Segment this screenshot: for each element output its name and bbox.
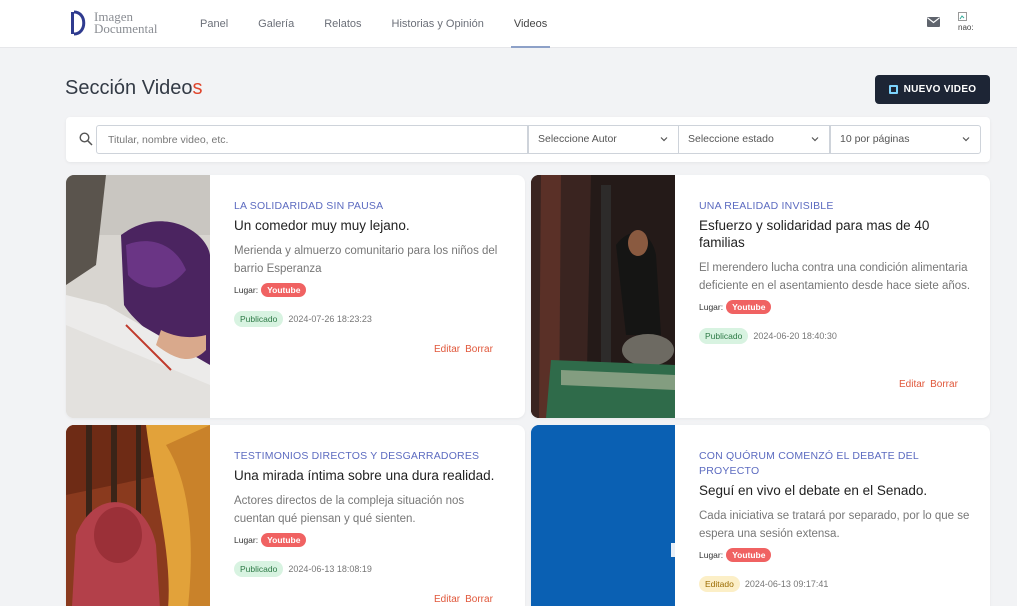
page-title-main: Sección Video: [65, 77, 193, 99]
place-row: Lugar: Youtube: [699, 300, 972, 314]
card-date: 2024-06-20 18:40:30: [753, 331, 837, 341]
card-summary: El merendero lucha contra una condición …: [699, 262, 971, 292]
brand-line2: Documental: [94, 21, 158, 36]
video-card: UNA REALIDAD INVISIBLE Esfuerzo y solida…: [531, 175, 990, 418]
search-icon: [79, 132, 93, 146]
place-row: Lugar: Youtube: [234, 283, 507, 297]
nav-item-galeria[interactable]: Galería: [258, 0, 294, 48]
per-page-select-value: 10 por páginas: [840, 133, 910, 145]
card-body: TESTIMONIOS DIRECTOS Y DESGARRADORES Una…: [234, 449, 507, 577]
film-icon: [888, 85, 898, 94]
video-thumbnail[interactable]: [531, 425, 675, 606]
card-date: 2024-07-26 18:23:23: [288, 314, 372, 324]
card-title[interactable]: Esfuerzo y solidaridad para mas de 40 fa…: [699, 217, 972, 251]
delete-link[interactable]: Borrar: [465, 344, 493, 355]
nav-item-historias[interactable]: Historias y Opinión: [392, 0, 484, 48]
card-date: 2024-06-13 09:17:41: [744, 579, 829, 589]
card-actions: Editar Borrar: [899, 379, 958, 390]
place-label: Lugar:: [234, 535, 259, 545]
card-body: CON QUÓRUM COMENZÓ EL DEBATE DEL PROYECT…: [699, 449, 972, 592]
video-thumbnail[interactable]: [531, 175, 675, 418]
brand-text: Imagen Documental: [94, 10, 158, 36]
status-row: Publicado 2024-07-26 18:23:23: [234, 311, 507, 327]
status-select-value: Seleccione estado: [688, 133, 774, 145]
status-badge: Publicado: [234, 561, 284, 577]
status-badge: Publicado: [234, 311, 284, 327]
video-thumbnail[interactable]: [66, 425, 210, 606]
card-title[interactable]: Seguí en vivo el debate en el Senado.: [699, 482, 972, 499]
nav-item-relatos[interactable]: Relatos: [324, 0, 361, 48]
logo-mark-icon: [71, 10, 86, 36]
card-date: 2024-06-13 18:08:19: [288, 564, 372, 574]
card-actions: Editar Borrar: [434, 594, 493, 605]
place-badge: Youtube: [261, 533, 307, 547]
search-input[interactable]: [96, 125, 528, 154]
mail-icon[interactable]: [927, 17, 940, 27]
card-summary: Merienda y almuerzo comunitario para los…: [234, 245, 498, 275]
card-body: LA SOLIDARIDAD SIN PAUSA Un comedor muy …: [234, 199, 507, 327]
author-select[interactable]: Seleccione Autor: [528, 125, 679, 154]
new-video-button[interactable]: NUEVO VIDEO: [875, 75, 990, 104]
new-video-label: NUEVO VIDEO: [903, 84, 977, 95]
edit-link[interactable]: Editar: [899, 379, 925, 390]
status-row: Editado 2024-06-13 09:17:41: [699, 576, 972, 592]
page-title-accent: s: [192, 77, 203, 99]
nav-item-panel[interactable]: Panel: [200, 0, 228, 48]
avatar-alt-text: nao:: [958, 23, 974, 32]
page-title: Sección Videos: [65, 77, 203, 100]
place-row: Lugar: Youtube: [234, 533, 507, 547]
top-navbar: Imagen Documental Panel Galería Relatos …: [0, 0, 1017, 48]
main-nav: Panel Galería Relatos Historias y Opinió…: [200, 0, 577, 48]
card-kicker: TESTIMONIOS DIRECTOS Y DESGARRADORES: [234, 450, 480, 462]
delete-link[interactable]: Borrar: [930, 379, 958, 390]
avatar[interactable]: nao:: [958, 12, 982, 36]
card-title[interactable]: Una mirada íntima sobre una dura realida…: [234, 467, 507, 484]
card-title[interactable]: Un comedor muy muy lejano.: [234, 217, 507, 234]
place-badge: Youtube: [261, 283, 307, 297]
place-label: Lugar:: [699, 302, 724, 312]
author-select-value: Seleccione Autor: [538, 133, 617, 145]
place-badge: Youtube: [726, 300, 772, 314]
place-label: Lugar:: [699, 550, 724, 560]
video-card: LA SOLIDARIDAD SIN PAUSA Un comedor muy …: [66, 175, 525, 418]
chevron-down-icon: [962, 137, 970, 142]
place-label: Lugar:: [234, 285, 259, 295]
status-row: Publicado 2024-06-13 18:08:19: [234, 561, 507, 577]
status-badge: Publicado: [699, 328, 749, 344]
nav-item-videos[interactable]: Videos: [510, 0, 551, 48]
card-kicker: CON QUÓRUM COMENZÓ EL DEBATE DEL PROYECT…: [699, 450, 919, 477]
card-summary: Actores directos de la compleja situació…: [234, 495, 465, 525]
status-select[interactable]: Seleccione estado: [678, 125, 830, 154]
status-badge: Editado: [699, 576, 740, 592]
card-kicker: UNA REALIDAD INVISIBLE: [699, 200, 834, 212]
filter-bar: Seleccione Autor Seleccione estado 10 po…: [66, 117, 990, 162]
delete-link[interactable]: Borrar: [465, 594, 493, 605]
card-actions: Editar Borrar: [434, 344, 493, 355]
status-row: Publicado 2024-06-20 18:40:30: [699, 328, 972, 344]
chevron-down-icon: [660, 137, 668, 142]
broken-image-icon: [958, 12, 967, 21]
video-thumbnail[interactable]: [66, 175, 210, 418]
video-card: TESTIMONIOS DIRECTOS Y DESGARRADORES Una…: [66, 425, 525, 606]
card-kicker: LA SOLIDARIDAD SIN PAUSA: [234, 200, 384, 212]
brand-logo[interactable]: Imagen Documental: [70, 10, 158, 36]
place-badge: Youtube: [726, 548, 772, 562]
card-summary: Cada iniciativa se tratará por separado,…: [699, 510, 970, 540]
edit-link[interactable]: Editar: [434, 594, 460, 605]
place-row: Lugar: Youtube: [699, 548, 972, 562]
edit-link[interactable]: Editar: [434, 344, 460, 355]
per-page-select[interactable]: 10 por páginas: [830, 125, 981, 154]
card-body: UNA REALIDAD INVISIBLE Esfuerzo y solida…: [699, 199, 972, 344]
video-card: CON QUÓRUM COMENZÓ EL DEBATE DEL PROYECT…: [531, 425, 990, 606]
chevron-down-icon: [811, 137, 819, 142]
